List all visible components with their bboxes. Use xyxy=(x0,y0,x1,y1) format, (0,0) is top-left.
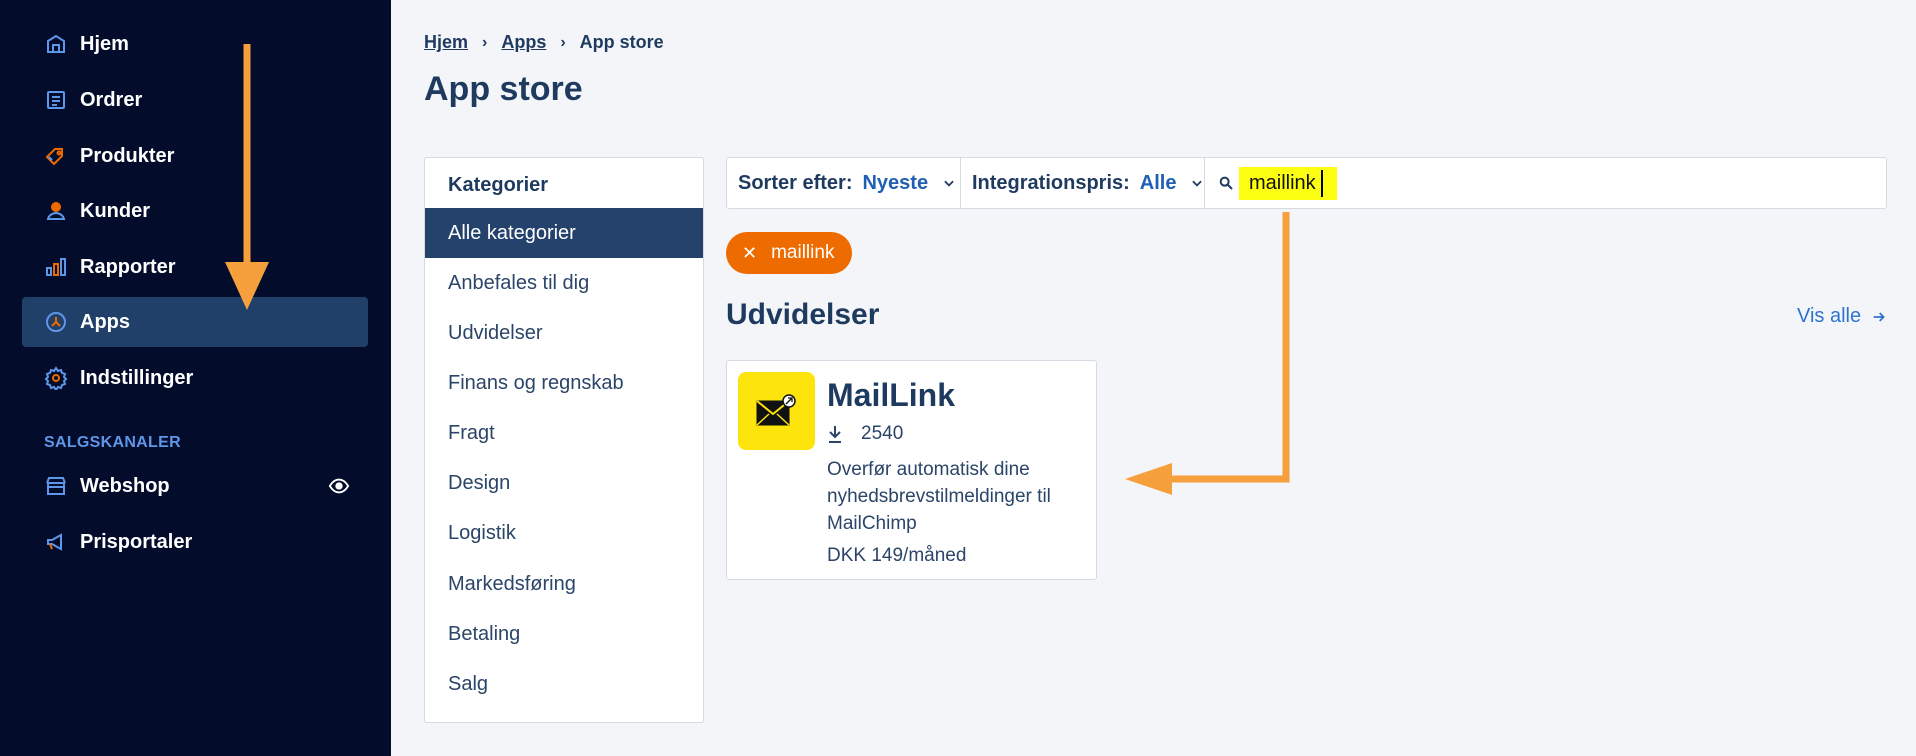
arrow-right-icon xyxy=(1873,311,1885,322)
sidebar-item-kunder[interactable]: Kunder xyxy=(22,186,368,236)
sidebar-item-label: Rapporter xyxy=(80,255,176,278)
mail-icon xyxy=(756,394,796,426)
sidebar-item-label: Webshop xyxy=(80,474,170,497)
eye-icon[interactable] xyxy=(328,475,350,497)
category-item[interactable]: Udvidelser xyxy=(425,308,703,358)
sidebar-item-webshop[interactable]: Webshop xyxy=(22,461,368,511)
filter-bar: Sorter efter: Nyeste Integrationspris: A… xyxy=(726,157,1887,209)
category-item[interactable]: Salg xyxy=(425,659,703,709)
sidebar-item-apps[interactable]: Apps xyxy=(22,297,368,347)
results-heading: Udvidelser xyxy=(726,298,880,331)
search-icon xyxy=(1218,175,1234,191)
categories-heading: Kategorier xyxy=(448,174,549,196)
sort-label: Sorter efter: xyxy=(738,171,853,194)
sales-channels-title: SALGSKANALER xyxy=(44,434,181,451)
text-cursor xyxy=(1321,170,1323,197)
category-item[interactable]: Anbefales til dig xyxy=(425,258,703,308)
app-price: DKK 149/måned xyxy=(827,545,967,566)
breadcrumb: Hjem › Apps › App store xyxy=(424,32,664,53)
chevron-down-icon xyxy=(944,180,954,187)
chevron-down-icon xyxy=(1192,180,1203,187)
orders-icon xyxy=(44,88,68,112)
sidebar: Hjem Ordrer Produkter Kunder Rapporter A… xyxy=(0,0,391,756)
view-all-label: Vis alle xyxy=(1797,305,1862,327)
page-title: App store xyxy=(424,70,583,108)
breadcrumb-current: App store xyxy=(579,32,664,52)
home-icon xyxy=(44,32,68,56)
chip-label: maillink xyxy=(771,242,835,263)
download-count: 2540 xyxy=(827,423,903,445)
categories-panel: Kategorier Alle kategorier Anbefales til… xyxy=(424,157,704,723)
sidebar-item-prisportaler[interactable]: Prisportaler xyxy=(22,517,368,567)
category-item[interactable]: Markedsføring xyxy=(425,559,703,609)
divider xyxy=(960,158,961,208)
sidebar-item-label: Kunder xyxy=(80,199,150,222)
category-item[interactable]: Alle kategorier xyxy=(425,208,703,258)
category-item[interactable]: Fragt xyxy=(425,408,703,458)
category-item[interactable]: Betaling xyxy=(425,609,703,659)
chevron-right-icon: › xyxy=(560,33,566,51)
bar-chart-icon xyxy=(44,255,68,279)
sidebar-item-label: Apps xyxy=(80,310,130,333)
price-dropdown[interactable]: Integrationspris: Alle xyxy=(972,158,1204,208)
chevron-right-icon: › xyxy=(482,33,488,51)
app-description: Overfør automatisk dine nyhedsbrevstilme… xyxy=(827,459,1051,534)
store-icon xyxy=(44,474,68,498)
divider xyxy=(1204,158,1205,208)
megaphone-icon xyxy=(44,530,68,554)
user-icon xyxy=(44,199,68,223)
filter-chip[interactable]: ✕ maillink xyxy=(726,232,853,274)
app-card[interactable]: MailLink 2540 Overfør automatisk dine ny… xyxy=(726,360,1097,580)
tag-icon xyxy=(44,144,68,168)
sidebar-item-indstillinger[interactable]: Indstillinger xyxy=(22,353,368,403)
apps-icon xyxy=(44,310,68,334)
sidebar-item-rapporter[interactable]: Rapporter xyxy=(22,242,368,292)
category-item[interactable]: Finans og regnskab xyxy=(425,358,703,408)
download-icon xyxy=(829,426,841,443)
download-count-value: 2540 xyxy=(861,423,904,444)
sidebar-item-label: Prisportaler xyxy=(80,530,193,553)
price-value: Alle xyxy=(1139,171,1177,194)
price-label: Integrationspris: xyxy=(972,171,1130,194)
breadcrumb-link-apps[interactable]: Apps xyxy=(501,32,546,53)
gear-icon xyxy=(44,366,68,390)
sidebar-item-label: Hjem xyxy=(80,32,129,55)
close-icon[interactable]: ✕ xyxy=(742,243,757,264)
sidebar-item-label: Produkter xyxy=(80,144,175,167)
sidebar-item-produkter[interactable]: Produkter xyxy=(22,131,368,181)
category-item[interactable]: Logistik xyxy=(425,508,703,558)
sort-dropdown[interactable]: Sorter efter: Nyeste xyxy=(738,158,956,208)
sidebar-item-label: Ordrer xyxy=(80,88,143,111)
app-title: MailLink xyxy=(827,377,956,413)
sidebar-item-hjem[interactable]: Hjem xyxy=(22,19,368,69)
sidebar-item-label: Indstillinger xyxy=(80,366,194,389)
sort-value: Nyeste xyxy=(862,171,929,194)
annotation-arrow-left xyxy=(1125,212,1290,495)
breadcrumb-link-hjem[interactable]: Hjem xyxy=(424,32,468,53)
view-all-link[interactable]: Vis alle xyxy=(1797,305,1887,328)
sidebar-item-ordrer[interactable]: Ordrer xyxy=(22,75,368,125)
app-logo xyxy=(738,372,815,450)
category-item[interactable]: Design xyxy=(425,458,703,508)
